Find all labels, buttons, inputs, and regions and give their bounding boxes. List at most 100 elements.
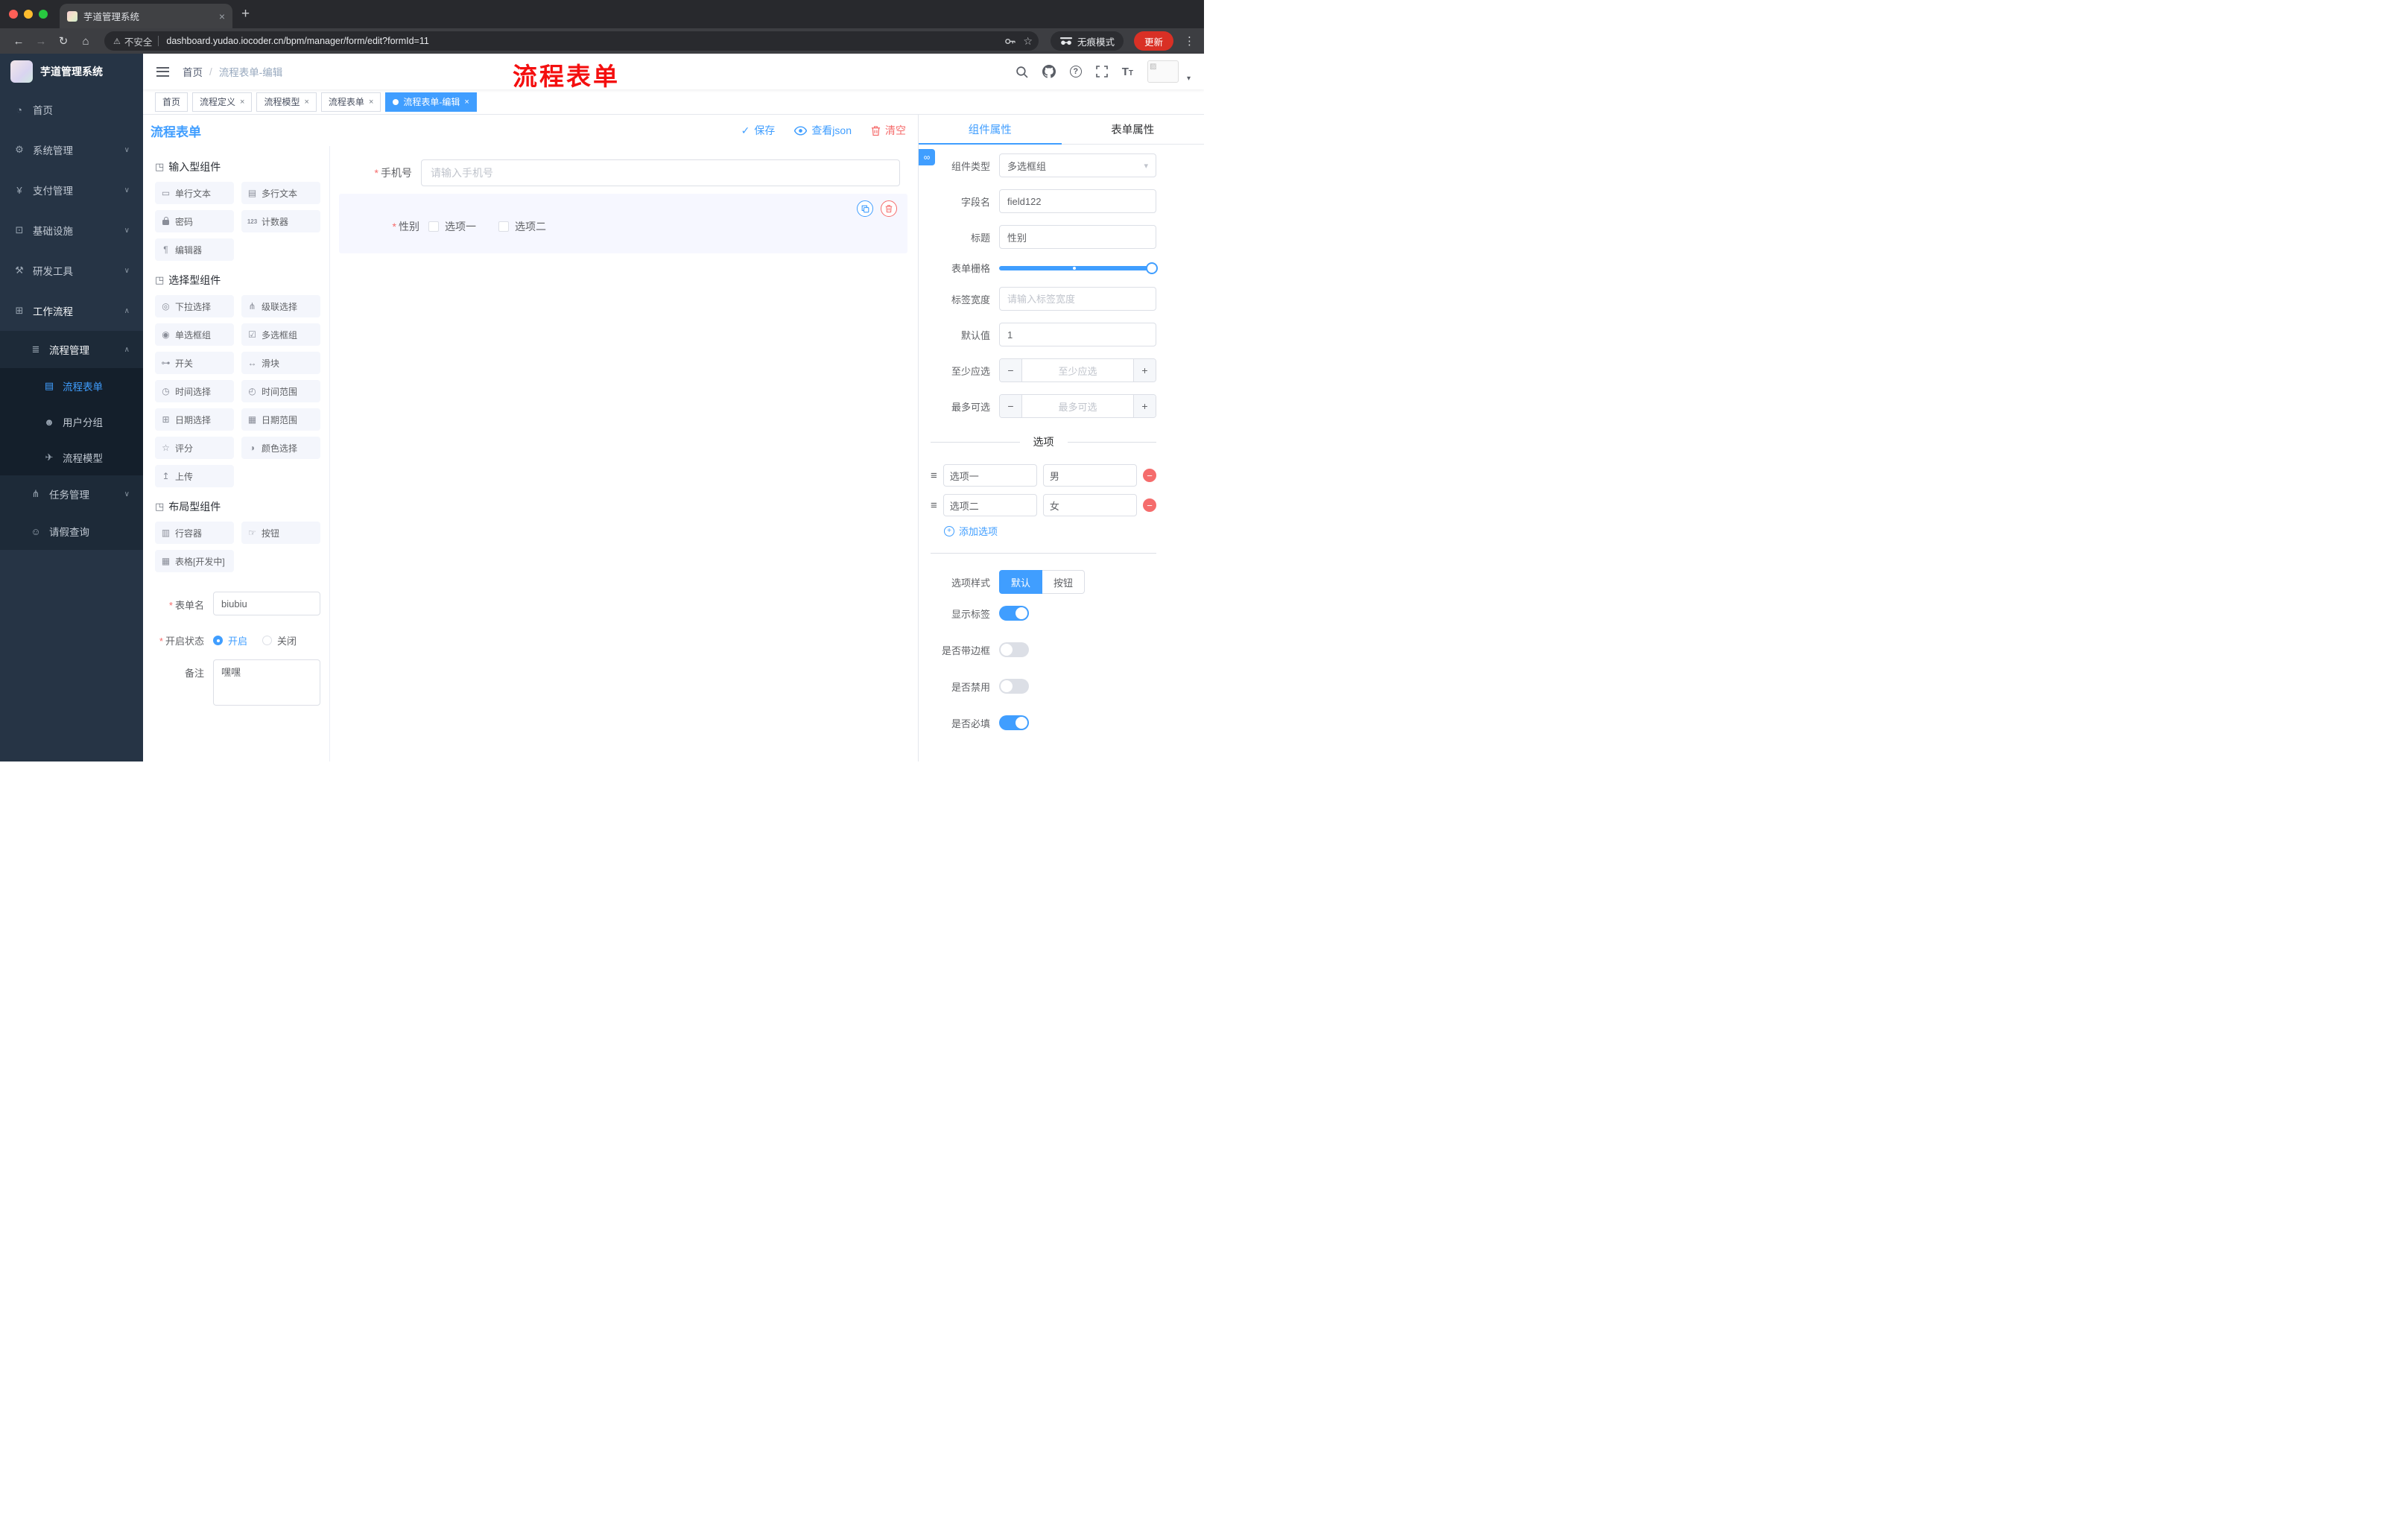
sidebar-item-infra[interactable]: ⊡ 基础设施 ∨ (0, 210, 143, 250)
window-zoom-button[interactable] (39, 10, 48, 19)
tab-close-icon[interactable]: × (219, 10, 225, 22)
add-option-button[interactable]: + 添加选项 (944, 524, 1156, 538)
delete-widget-button[interactable] (881, 200, 897, 217)
tag-close-icon[interactable]: × (464, 98, 469, 107)
component-chip-time-range[interactable]: ◴ 时间范围 (241, 380, 320, 402)
toggle-show-label[interactable] (999, 606, 1029, 621)
remove-option-button[interactable]: − (1143, 498, 1157, 512)
title-input[interactable] (999, 225, 1156, 249)
component-chip-editor[interactable]: ¶ 编辑器 (155, 238, 234, 261)
sidebar-item-devtools[interactable]: ⚒ 研发工具 ∨ (0, 250, 143, 291)
component-chip-password[interactable]: 密码 (155, 210, 234, 232)
plus-button[interactable]: + (1133, 395, 1156, 417)
component-chip-switch[interactable]: ⊶ 开关 (155, 352, 234, 374)
field-name-input[interactable] (999, 189, 1156, 213)
help-icon[interactable]: ? (1069, 66, 1082, 77)
checkbox-option-2[interactable]: 选项二 (498, 219, 546, 234)
phone-input[interactable] (421, 159, 900, 186)
gender-widget-selected[interactable]: 性别 选项一 选项二 (339, 194, 907, 253)
component-chip-date-range[interactable]: ▦ 日期范围 (241, 408, 320, 431)
component-chip-slider[interactable]: ↔ 滑块 (241, 352, 320, 374)
sidebar-item-payment[interactable]: ¥ 支付管理 ∨ (0, 170, 143, 210)
minus-button[interactable]: − (1000, 395, 1022, 417)
browser-tab[interactable]: 芋道管理系统 × (60, 4, 232, 28)
style-default-button[interactable]: 默认 (999, 570, 1043, 594)
copy-widget-button[interactable] (857, 200, 873, 217)
slider-knob[interactable] (1146, 262, 1158, 274)
sidebar-item-system[interactable]: ⚙ 系统管理 ∨ (0, 130, 143, 170)
tag-process-form-edit[interactable]: 流程表单-编辑 × (385, 92, 477, 112)
reload-icon[interactable]: ↻ (54, 34, 73, 48)
sidebar-item-task-mgmt[interactable]: ⋔ 任务管理 ∨ (0, 475, 143, 513)
option-value-input[interactable] (1042, 494, 1138, 516)
component-chip-cascader[interactable]: ⋔ 级联选择 (241, 295, 320, 317)
sidebar-item-process-mgmt[interactable]: ≣ 流程管理 ∧ (0, 331, 143, 368)
drag-handle-icon[interactable]: ≡ (931, 499, 937, 512)
address-bar[interactable]: ⚠ 不安全 dashboard.yudao.iocoder.cn/bpm/man… (104, 31, 1039, 51)
checkbox-box[interactable] (498, 221, 509, 232)
component-chip-checkbox-group[interactable]: ☑ 多选框组 (241, 323, 320, 346)
password-key-icon[interactable] (1004, 36, 1016, 47)
tag-process-form[interactable]: 流程表单 × (320, 92, 381, 112)
grid-slider[interactable] (999, 262, 1158, 274)
option-label-input[interactable] (942, 494, 1037, 516)
option-value-input[interactable] (1042, 464, 1138, 487)
minus-button[interactable]: − (1000, 359, 1022, 381)
checkbox-box[interactable] (428, 221, 439, 232)
checkbox-option-1[interactable]: 选项一 (428, 219, 476, 234)
component-chip-row-container[interactable]: ▥ 行容器 (155, 522, 234, 544)
window-close-button[interactable] (9, 10, 18, 19)
toggle-disabled[interactable] (999, 679, 1029, 694)
new-tab-button[interactable]: + (241, 6, 250, 22)
tag-process-definition[interactable]: 流程定义 × (192, 92, 253, 112)
form-canvas[interactable]: 手机号 (330, 146, 918, 762)
radio-status-open[interactable]: 开启 (213, 633, 247, 647)
browser-home-icon[interactable]: ⌂ (76, 35, 95, 48)
back-icon[interactable]: ← (9, 35, 28, 48)
save-button[interactable]: ✓ 保存 (741, 123, 776, 138)
min-select-stepper[interactable]: − 至少应选 + (999, 358, 1156, 382)
tab-component-props[interactable]: 组件属性 (919, 115, 1062, 145)
label-width-input[interactable] (999, 287, 1156, 311)
security-warning-icon[interactable]: ⚠ (113, 37, 121, 46)
component-chip-time-picker[interactable]: ◷ 时间选择 (155, 380, 234, 402)
component-chip-table[interactable]: ▦ 表格[开发中] (155, 550, 234, 572)
tag-process-model[interactable]: 流程模型 × (256, 92, 317, 112)
bookmark-star-icon[interactable]: ☆ (1023, 35, 1033, 48)
breadcrumb-home[interactable]: 首页 (183, 64, 203, 79)
component-chip-color-picker[interactable]: ◑ 颜色选择 (241, 437, 320, 459)
hamburger-icon[interactable] (156, 66, 169, 77)
toggle-border[interactable] (999, 642, 1029, 657)
component-chip-upload[interactable]: ↥ 上传 (155, 465, 234, 487)
phone-field-row[interactable]: 手机号 (339, 159, 907, 186)
radio-status-closed[interactable]: 关闭 (262, 633, 297, 647)
avatar[interactable]: ▨ (1147, 60, 1179, 83)
component-chip-date-picker[interactable]: ⊞ 日期选择 (155, 408, 234, 431)
tab-form-props[interactable]: 表单属性 (1062, 115, 1205, 144)
component-chip-textarea[interactable]: ▤ 多行文本 (241, 182, 320, 204)
remark-textarea[interactable] (213, 659, 320, 706)
update-button[interactable]: 更新 (1133, 31, 1173, 51)
component-chip-rate[interactable]: ☆ 评分 (155, 437, 234, 459)
github-icon[interactable] (1042, 65, 1056, 78)
view-json-button[interactable]: 查看json (794, 123, 852, 138)
slider-track[interactable] (999, 265, 1156, 270)
search-icon[interactable] (1016, 66, 1028, 78)
drag-handle-icon[interactable]: ≡ (931, 469, 937, 482)
forward-icon[interactable]: → (31, 35, 51, 48)
sidebar-item-user-groups[interactable]: ☻ 用户分组 (0, 404, 143, 440)
tag-home[interactable]: 首页 (155, 92, 188, 112)
component-chip-single-text[interactable]: ▭ 单行文本 (155, 182, 234, 204)
sidebar-item-home[interactable]: ◔ 首页 (0, 89, 143, 130)
tag-close-icon[interactable]: × (369, 98, 373, 107)
clear-button[interactable]: 清空 (871, 123, 906, 138)
remove-option-button[interactable]: − (1143, 469, 1157, 482)
browser-menu-kebab-icon[interactable]: ⋮ (1184, 34, 1195, 48)
component-chip-dropdown[interactable]: ◎ 下拉选择 (155, 295, 234, 317)
style-button-button[interactable]: 按钮 (1042, 570, 1086, 594)
link-icon[interactable]: ∞ (919, 149, 935, 165)
form-name-input[interactable] (213, 592, 320, 615)
sidebar-item-process-form[interactable]: ▤ 流程表单 (0, 368, 143, 404)
avatar-chevron-down-icon[interactable]: ▾ (1187, 75, 1191, 83)
sidebar-item-process-model[interactable]: ✈ 流程模型 (0, 440, 143, 475)
